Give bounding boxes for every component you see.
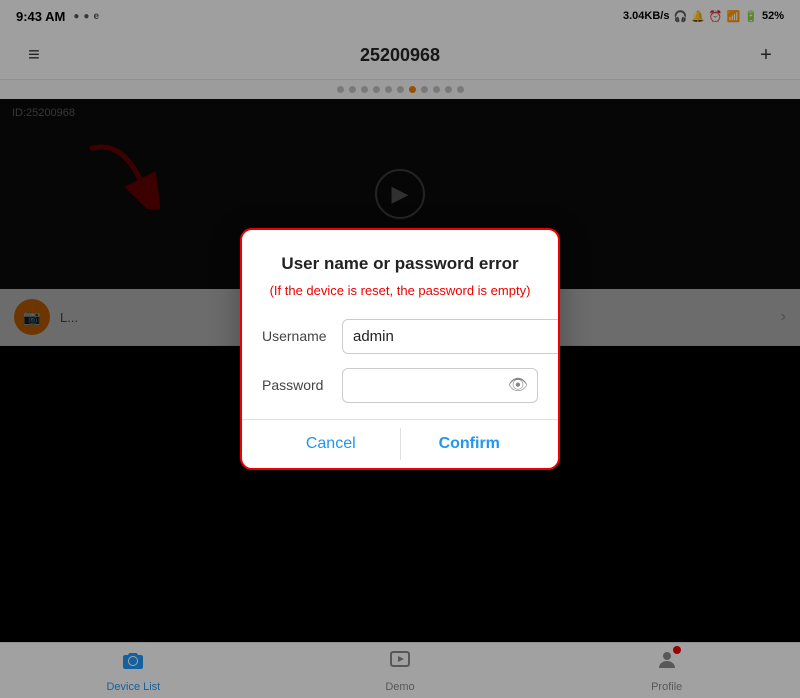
dialog-actions: Cancel Confirm: [262, 420, 538, 468]
password-row: Password 👁: [262, 368, 538, 403]
error-dialog: User name or password error (If the devi…: [240, 228, 560, 469]
password-input-wrapper: 👁: [342, 368, 538, 403]
confirm-button[interactable]: Confirm: [401, 420, 539, 468]
username-row: Username: [262, 319, 538, 354]
username-label: Username: [262, 328, 342, 344]
dialog-title: User name or password error: [262, 254, 538, 274]
dialog-hint: (If the device is reset, the password is…: [262, 282, 538, 300]
cancel-button[interactable]: Cancel: [262, 420, 400, 468]
username-input[interactable]: [342, 319, 560, 354]
password-label: Password: [262, 377, 342, 393]
dialog-overlay: User name or password error (If the devi…: [0, 0, 800, 698]
toggle-password-icon[interactable]: 👁: [508, 375, 528, 395]
